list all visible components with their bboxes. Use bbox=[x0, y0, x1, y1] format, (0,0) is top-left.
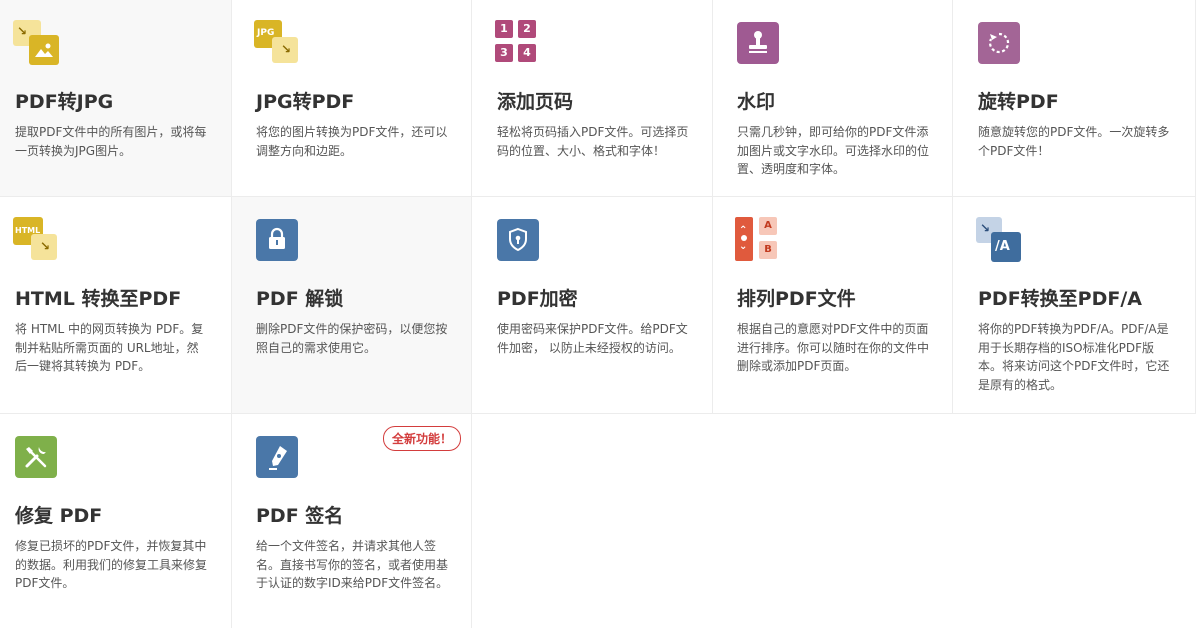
tool-title: PDF转JPG bbox=[15, 91, 114, 113]
tool-description: 根据自己的意愿对PDF文件中的页面进行排序。你可以随时在你的文件中删除或添加PD… bbox=[737, 322, 930, 373]
tool-description: 修复已损坏的PDF文件，并恢复其中的数据。利用我们的修复工具来修复PDF文件。 bbox=[15, 539, 208, 590]
html-to-pdf-icon: HTML ↘ bbox=[13, 217, 59, 263]
tool-description: 只需几秒钟，即可给你的PDF文件添加图片或文字水印。可选择水印的位置、透明度和字… bbox=[737, 125, 930, 176]
rotate-icon bbox=[976, 20, 1022, 66]
tool-card-html-to-pdf[interactable]: HTML ↘ HTML 转换至PDF 将 HTML 中的网页转换为 PDF。复制… bbox=[0, 197, 232, 414]
tool-title: JPG转PDF bbox=[256, 91, 355, 113]
tool-title: 修复 PDF bbox=[15, 505, 103, 527]
tool-card-unlock[interactable]: PDF 解锁 删除PDF文件的保护密码，以便您按照自己的需求使用它。 bbox=[232, 197, 472, 414]
tool-description: 删除PDF文件的保护密码，以便您按照自己的需求使用它。 bbox=[256, 322, 448, 355]
tool-title: PDF转换至PDF/A bbox=[978, 288, 1142, 310]
tool-card-pdf-to-pdfa[interactable]: ↘ /A PDF转换至PDF/A 将你的PDF转换为PDF/A。PDF/A是用于… bbox=[953, 197, 1196, 414]
tools-grid: ↘ PDF转JPG 提取PDF文件中的所有图片，或将每一页转换为JPG图片。 J… bbox=[0, 0, 1196, 628]
tool-card-organize[interactable]: ⌃ ⌄ A B 排列PDF文件 根据自己的意愿对PDF文件中的页面进行排序。你可… bbox=[713, 197, 953, 414]
pdf-to-pdfa-icon: ↘ /A bbox=[976, 217, 1022, 263]
tool-title: PDF 解锁 bbox=[256, 288, 344, 310]
repair-tools-icon bbox=[13, 434, 59, 480]
tool-description: 将您的图片转换为PDF文件，还可以调整方向和边距。 bbox=[256, 125, 448, 158]
tool-title: 排列PDF文件 bbox=[737, 288, 856, 310]
tool-title: PDF 签名 bbox=[256, 505, 344, 527]
tool-description: 随意旋转您的PDF文件。一次旋转多个PDF文件！ bbox=[978, 125, 1170, 158]
organize-pages-icon: ⌃ ⌄ A B bbox=[735, 217, 781, 263]
tool-card-rotate[interactable]: 旋转PDF 随意旋转您的PDF文件。一次旋转多个PDF文件！ bbox=[953, 0, 1196, 197]
tool-card-encrypt[interactable]: PDF加密 使用密码来保护PDF文件。给PDF文件加密， 以防止未经授权的访问。 bbox=[472, 197, 713, 414]
tool-description: 将你的PDF转换为PDF/A。PDF/A是用于长期存档的ISO标准化PDF版本。… bbox=[978, 322, 1170, 392]
tool-description: 给一个文件签名，并请求其他人签名。直接书写你的签名，或者使用基于认证的数字ID来… bbox=[256, 539, 449, 590]
pdfa-label: /A bbox=[995, 239, 1010, 254]
tool-title: PDF加密 bbox=[497, 288, 578, 310]
jpg-to-pdf-icon: JPG ↘ bbox=[254, 20, 300, 66]
tool-description: 提取PDF文件中的所有图片，或将每一页转换为JPG图片。 bbox=[15, 125, 207, 158]
jpg-label: JPG bbox=[257, 28, 275, 38]
tool-card-repair[interactable]: 修复 PDF 修复已损坏的PDF文件，并恢复其中的数据。利用我们的修复工具来修复… bbox=[0, 414, 232, 628]
tool-title: 水印 bbox=[737, 91, 776, 113]
tool-card-page-numbers[interactable]: 1 2 3 4 添加页码 轻松将页码插入PDF文件。可选择页码的位置、大小、格式… bbox=[472, 0, 713, 197]
tool-card-sign[interactable]: 全新功能！ PDF 签名 给一个文件签名，并请求其他人签名。直接书写你的签名，或… bbox=[232, 414, 472, 628]
tool-description: 轻松将页码插入PDF文件。可选择页码的位置、大小、格式和字体！ bbox=[497, 125, 689, 158]
new-feature-badge: 全新功能！ bbox=[382, 426, 461, 451]
tool-title: 旋转PDF bbox=[978, 91, 1059, 113]
tool-title: HTML 转换至PDF bbox=[15, 288, 182, 310]
tool-description: 使用密码来保护PDF文件。给PDF文件加密， 以防止未经授权的访问。 bbox=[497, 322, 688, 355]
pen-nib-icon bbox=[254, 434, 300, 480]
pdf-to-jpg-icon: ↘ bbox=[13, 20, 59, 66]
stamp-icon bbox=[735, 20, 781, 66]
tool-title: 添加页码 bbox=[497, 91, 574, 113]
tool-card-watermark[interactable]: 水印 只需几秒钟，即可给你的PDF文件添加图片或文字水印。可选择水印的位置、透明… bbox=[713, 0, 953, 197]
tool-card-jpg-to-pdf[interactable]: JPG ↘ JPG转PDF 将您的图片转换为PDF文件，还可以调整方向和边距。 bbox=[232, 0, 472, 197]
page-numbers-icon: 1 2 3 4 bbox=[495, 20, 541, 66]
unlock-icon bbox=[254, 217, 300, 263]
shield-icon bbox=[495, 217, 541, 263]
tool-description: 将 HTML 中的网页转换为 PDF。复制并粘贴所需页面的 URL地址，然后一键… bbox=[15, 322, 204, 373]
tool-card-pdf-to-jpg[interactable]: ↘ PDF转JPG 提取PDF文件中的所有图片，或将每一页转换为JPG图片。 bbox=[0, 0, 232, 197]
